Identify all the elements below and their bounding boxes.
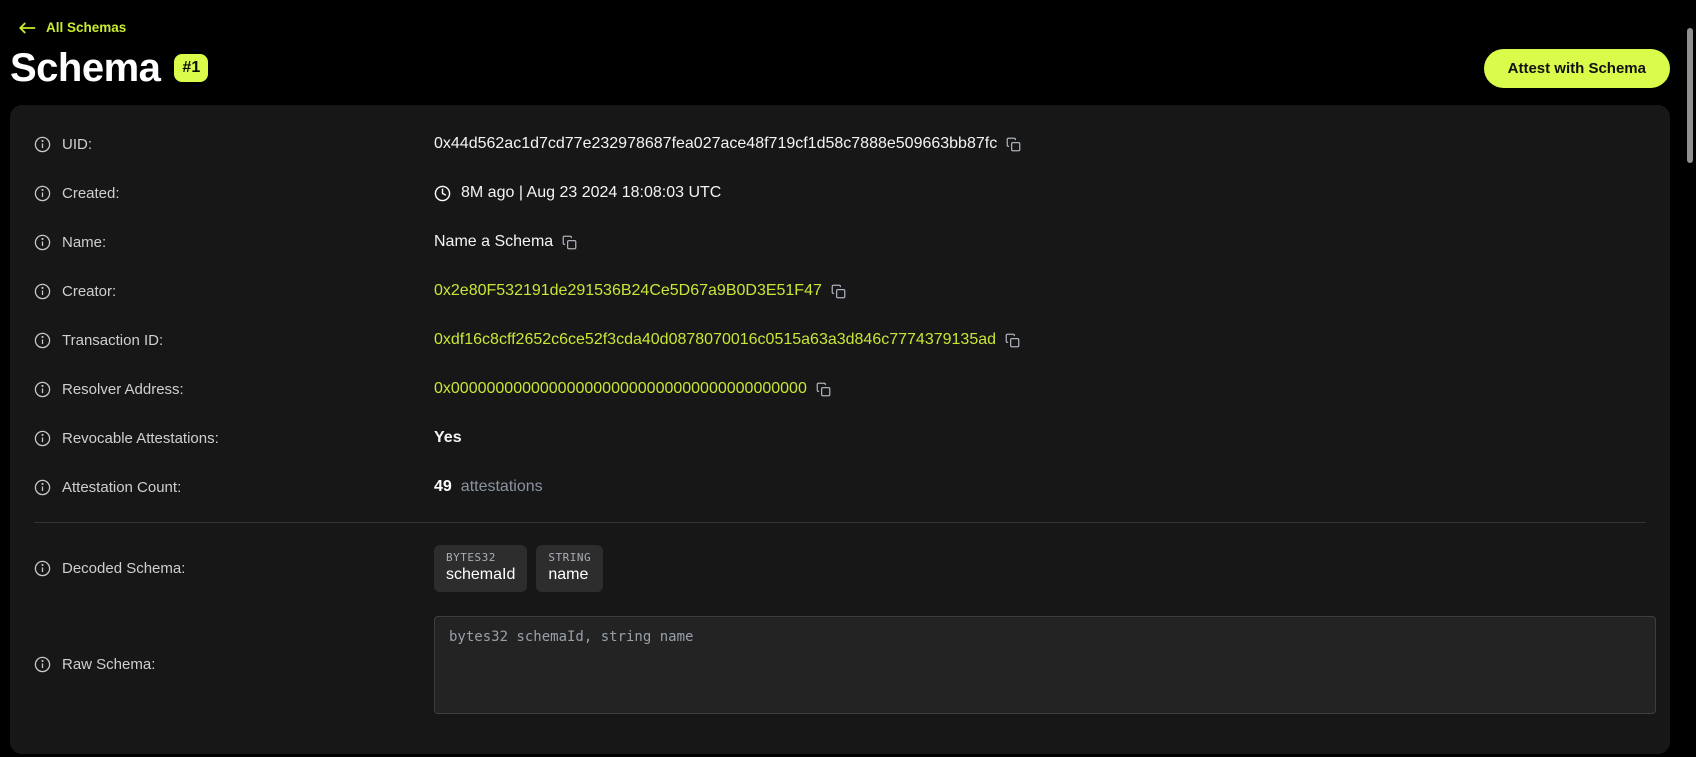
detail-row-uid: UID: 0x44d562ac1d7cd77e232978687fea027ac…: [10, 120, 1670, 169]
row-label: Decoded Schema:: [34, 560, 434, 577]
field-type: BYTES32: [446, 551, 515, 564]
decoded-schema-fields: BYTES32 schemaId STRING name: [434, 545, 1670, 592]
field-name: schemaId: [446, 566, 515, 584]
copy-icon[interactable]: [1006, 137, 1021, 152]
row-value: 0x00000000000000000000000000000000000000…: [434, 380, 1670, 398]
copy-icon[interactable]: [816, 382, 831, 397]
info-icon: [34, 560, 51, 577]
row-value: 0x2e80F532191de291536B24Ce5D67a9B0D3E51F…: [434, 282, 1670, 300]
row-label: Creator:: [34, 283, 434, 300]
back-link-label: All Schemas: [46, 20, 126, 35]
copy-icon[interactable]: [1005, 333, 1020, 348]
created-value: 8M ago | Aug 23 2024 18:08:03 UTC: [461, 184, 721, 202]
info-icon: [34, 283, 51, 300]
row-value: Name a Schema: [434, 233, 1670, 251]
field-name: name: [548, 566, 591, 584]
raw-schema-textarea[interactable]: bytes32 schemaId, string name: [434, 616, 1656, 714]
resolver-address-link[interactable]: 0x00000000000000000000000000000000000000…: [434, 380, 807, 398]
copy-icon[interactable]: [831, 284, 846, 299]
info-icon: [34, 136, 51, 153]
row-label: Raw Schema:: [34, 656, 434, 673]
info-icon: [34, 332, 51, 349]
title-row: Schema #1 Attest with Schema: [10, 46, 1670, 91]
detail-row-transaction-id: Transaction ID: 0xdf16c8cff2652c6ce52f3c…: [10, 316, 1670, 365]
back-to-all-schemas-link[interactable]: All Schemas: [18, 20, 126, 35]
page-title: Schema: [10, 46, 160, 91]
creator-address-link[interactable]: 0x2e80F532191de291536B24Ce5D67a9B0D3E51F…: [434, 282, 822, 300]
schema-field-tag: BYTES32 schemaId: [434, 545, 527, 592]
section-divider: [34, 522, 1646, 523]
attestation-count-value: 49: [434, 478, 452, 496]
creator-label: Creator:: [62, 283, 116, 300]
detail-row-revocable: Revocable Attestations: Yes: [10, 414, 1670, 463]
detail-row-attestation-count: Attestation Count: 49 attestations: [10, 463, 1670, 512]
transaction-id-label: Transaction ID:: [62, 332, 163, 349]
back-arrow-icon: [18, 21, 36, 35]
decoded-schema-label: Decoded Schema:: [62, 560, 185, 577]
uid-label: UID:: [62, 136, 92, 153]
field-type: STRING: [548, 551, 591, 564]
row-value: 49 attestations: [434, 478, 1670, 496]
clock-icon: [434, 185, 451, 202]
detail-row-created: Created: 8M ago | Aug 23 2024 18:08:03 U…: [10, 169, 1670, 218]
row-label: Transaction ID:: [34, 332, 434, 349]
schema-details-panel: UID: 0x44d562ac1d7cd77e232978687fea027ac…: [10, 105, 1670, 754]
row-value: 0x44d562ac1d7cd77e232978687fea027ace48f7…: [434, 135, 1670, 153]
page-content: All Schemas Schema #1 Attest with Schema…: [10, 0, 1670, 754]
row-label: UID:: [34, 136, 434, 153]
revocable-label: Revocable Attestations:: [62, 430, 219, 447]
resolver-address-label: Resolver Address:: [62, 381, 184, 398]
scrollbar-thumb[interactable]: [1687, 28, 1693, 163]
row-label: Resolver Address:: [34, 381, 434, 398]
row-value: 0xdf16c8cff2652c6ce52f3cda40d0878070016c…: [434, 331, 1670, 349]
schema-field-tag: STRING name: [536, 545, 603, 592]
revocable-value: Yes: [434, 429, 462, 447]
schema-number-badge: #1: [174, 54, 208, 81]
uid-value: 0x44d562ac1d7cd77e232978687fea027ace48f7…: [434, 135, 997, 153]
row-label: Revocable Attestations:: [34, 430, 434, 447]
detail-row-name: Name: Name a Schema: [10, 218, 1670, 267]
raw-schema-label: Raw Schema:: [62, 656, 155, 673]
row-value: Yes: [434, 429, 1670, 447]
row-value: 8M ago | Aug 23 2024 18:08:03 UTC: [434, 184, 1670, 202]
info-icon: [34, 430, 51, 447]
decoded-schema-row: Decoded Schema: BYTES32 schemaId STRING …: [10, 545, 1670, 592]
name-label: Name:: [62, 234, 106, 251]
detail-row-resolver-address: Resolver Address: 0x00000000000000000000…: [10, 365, 1670, 414]
attestation-count-label: Attestation Count:: [62, 479, 181, 496]
detail-row-creator: Creator: 0x2e80F532191de291536B24Ce5D67a…: [10, 267, 1670, 316]
info-icon: [34, 479, 51, 496]
row-label: Attestation Count:: [34, 479, 434, 496]
attest-with-schema-button[interactable]: Attest with Schema: [1484, 49, 1670, 88]
info-icon: [34, 656, 51, 673]
raw-schema-row: Raw Schema: bytes32 schemaId, string nam…: [10, 616, 1670, 714]
info-icon: [34, 381, 51, 398]
attestations-link[interactable]: attestations: [461, 478, 543, 496]
info-icon: [34, 185, 51, 202]
schema-name-value: Name a Schema: [434, 233, 553, 251]
created-label: Created:: [62, 185, 120, 202]
title-group: Schema #1: [10, 46, 208, 91]
row-label: Name:: [34, 234, 434, 251]
row-label: Created:: [34, 185, 434, 202]
transaction-id-link[interactable]: 0xdf16c8cff2652c6ce52f3cda40d0878070016c…: [434, 331, 996, 349]
info-icon: [34, 234, 51, 251]
copy-icon[interactable]: [562, 235, 577, 250]
